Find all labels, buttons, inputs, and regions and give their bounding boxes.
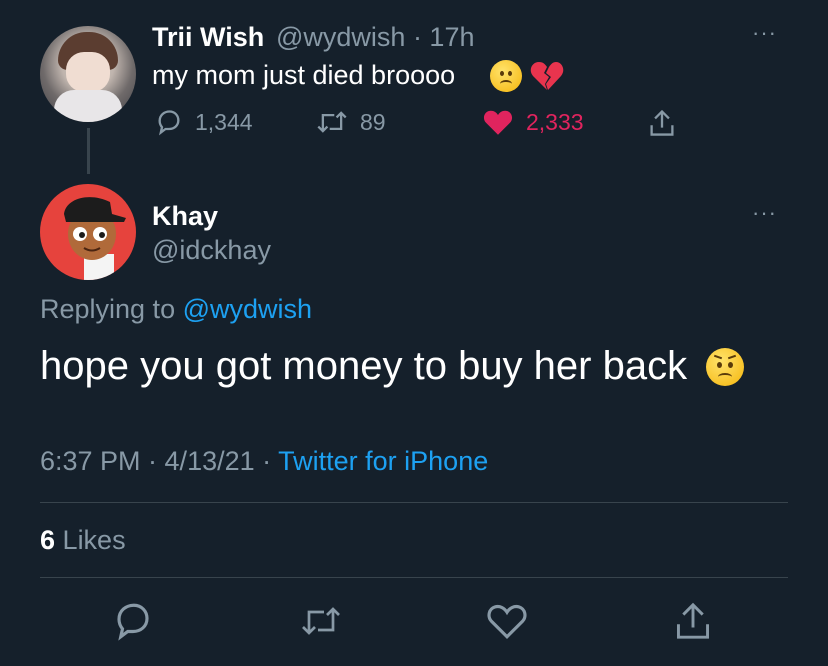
retweet-icon bbox=[317, 111, 347, 133]
replying-to: Replying to @wydwish bbox=[40, 294, 312, 325]
tweet-source-link[interactable]: Twitter for iPhone bbox=[278, 446, 488, 476]
reply-avatar[interactable] bbox=[40, 184, 136, 280]
thread-line bbox=[87, 128, 90, 174]
retweet-count: 89 bbox=[360, 108, 386, 135]
parent-more-button[interactable]: ··· bbox=[752, 20, 777, 46]
parent-retweet-button[interactable]: 89 bbox=[316, 108, 386, 136]
likes-summary[interactable]: 6 Likes bbox=[40, 525, 126, 556]
reply-icon bbox=[158, 110, 180, 136]
frowning-face-emoji-icon bbox=[490, 60, 522, 92]
cartoon-avatar-icon bbox=[64, 197, 126, 280]
reply-count: 1,344 bbox=[195, 108, 253, 135]
likes-label: Likes bbox=[62, 525, 126, 555]
reply-author-name[interactable]: Khay bbox=[152, 201, 218, 232]
reply-more-button[interactable]: ··· bbox=[752, 200, 777, 226]
share-icon bbox=[650, 109, 674, 136]
tweet-meta: 6:37 PM · 4/13/21 · Twitter for iPhone bbox=[40, 446, 488, 477]
parent-handle-time[interactable]: @wydwish · 17h bbox=[276, 22, 474, 53]
parent-tweet-text: my mom just died broooo bbox=[152, 60, 456, 90]
reply-author-handle[interactable]: @idckhay bbox=[152, 235, 271, 266]
retweet-icon[interactable] bbox=[300, 600, 342, 642]
parent-author-name[interactable]: Trii Wish bbox=[152, 22, 264, 53]
replying-prefix: Replying to bbox=[40, 294, 176, 324]
heart-icon[interactable] bbox=[486, 600, 528, 642]
parent-avatar[interactable] bbox=[40, 26, 136, 122]
reply-icon[interactable] bbox=[112, 600, 154, 642]
reply-tweet-text: hope you got money to buy her back bbox=[40, 344, 688, 388]
heart-icon bbox=[483, 110, 513, 135]
parent-share-button[interactable] bbox=[648, 108, 676, 138]
parent-like-button[interactable]: 2,333 bbox=[482, 108, 584, 136]
divider bbox=[40, 502, 788, 503]
broken-heart-emoji-icon bbox=[530, 62, 564, 90]
tweet-timestamp[interactable]: 6:37 PM · 4/13/21 · bbox=[40, 446, 271, 476]
parent-reply-button[interactable]: 1,344 bbox=[155, 108, 253, 136]
divider bbox=[40, 577, 788, 578]
like-count: 2,333 bbox=[526, 108, 584, 135]
worried-face-emoji-icon bbox=[706, 348, 744, 386]
likes-count: 6 bbox=[40, 525, 56, 555]
replying-handle-link[interactable]: @wydwish bbox=[183, 294, 312, 324]
share-icon[interactable] bbox=[672, 600, 714, 642]
